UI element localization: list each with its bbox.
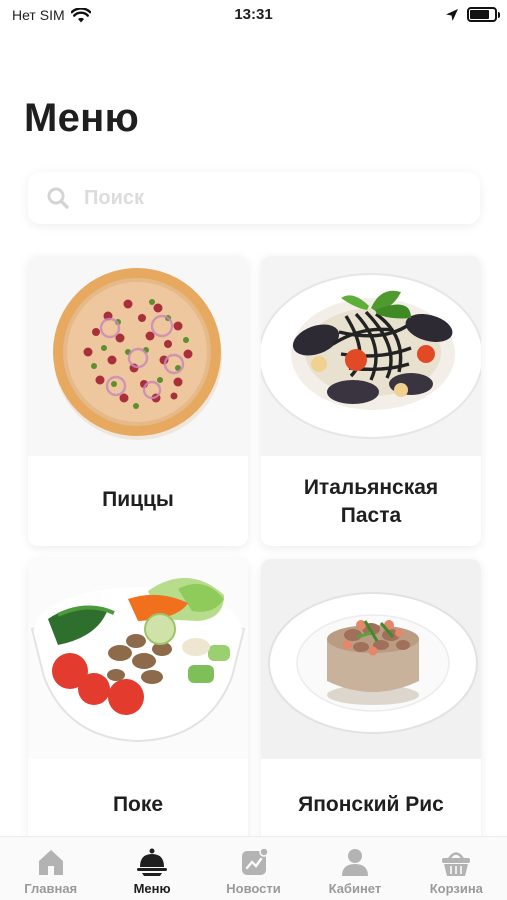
location-arrow-icon (446, 8, 458, 21)
search-bar[interactable] (28, 172, 480, 224)
tab-home[interactable]: Главная (0, 837, 101, 900)
rice-plate-image (261, 559, 481, 759)
tab-menu[interactable]: Меню (101, 837, 202, 900)
tab-label: Новости (226, 881, 281, 896)
home-icon (38, 850, 63, 875)
page-title: Меню (24, 96, 140, 140)
profile-icon (341, 849, 368, 876)
status-time: 13:31 (234, 6, 273, 23)
category-label: Итальянская Паста (303, 476, 439, 527)
category-card-pizza[interactable]: Пиццы (28, 256, 248, 546)
pizza-image (28, 256, 248, 456)
category-label: Поке (112, 793, 164, 816)
status-right (445, 7, 500, 22)
tab-label: Меню (133, 881, 171, 896)
category-card-pasta[interactable]: Итальянская Паста (261, 256, 481, 546)
search-icon (47, 187, 69, 209)
battery-icon (467, 7, 500, 22)
tab-news[interactable]: Новости (203, 837, 304, 900)
battery-level (470, 10, 490, 19)
poke-bowl-image (28, 559, 248, 759)
pasta-image (261, 256, 481, 456)
category-card-poke[interactable]: Поке (28, 559, 248, 849)
tab-label: Главная (24, 881, 78, 896)
cloche-icon (137, 848, 168, 876)
tab-bar: Главная Меню Новости Кабинет Корзина (0, 836, 507, 900)
status-bar: Нет SIM 13:31 (0, 0, 507, 34)
news-icon (241, 847, 269, 875)
category-label: Пиццы (102, 488, 174, 511)
basket-icon (442, 852, 471, 876)
category-label: Японский Рис (298, 793, 444, 816)
category-card-rice[interactable]: Японский Рис (261, 559, 481, 849)
tab-cart[interactable]: Корзина (406, 837, 507, 900)
tab-label: Корзина (429, 881, 483, 896)
tab-cabinet[interactable]: Кабинет (304, 837, 405, 900)
tab-label: Кабинет (328, 881, 382, 896)
search-input[interactable] (84, 186, 444, 210)
